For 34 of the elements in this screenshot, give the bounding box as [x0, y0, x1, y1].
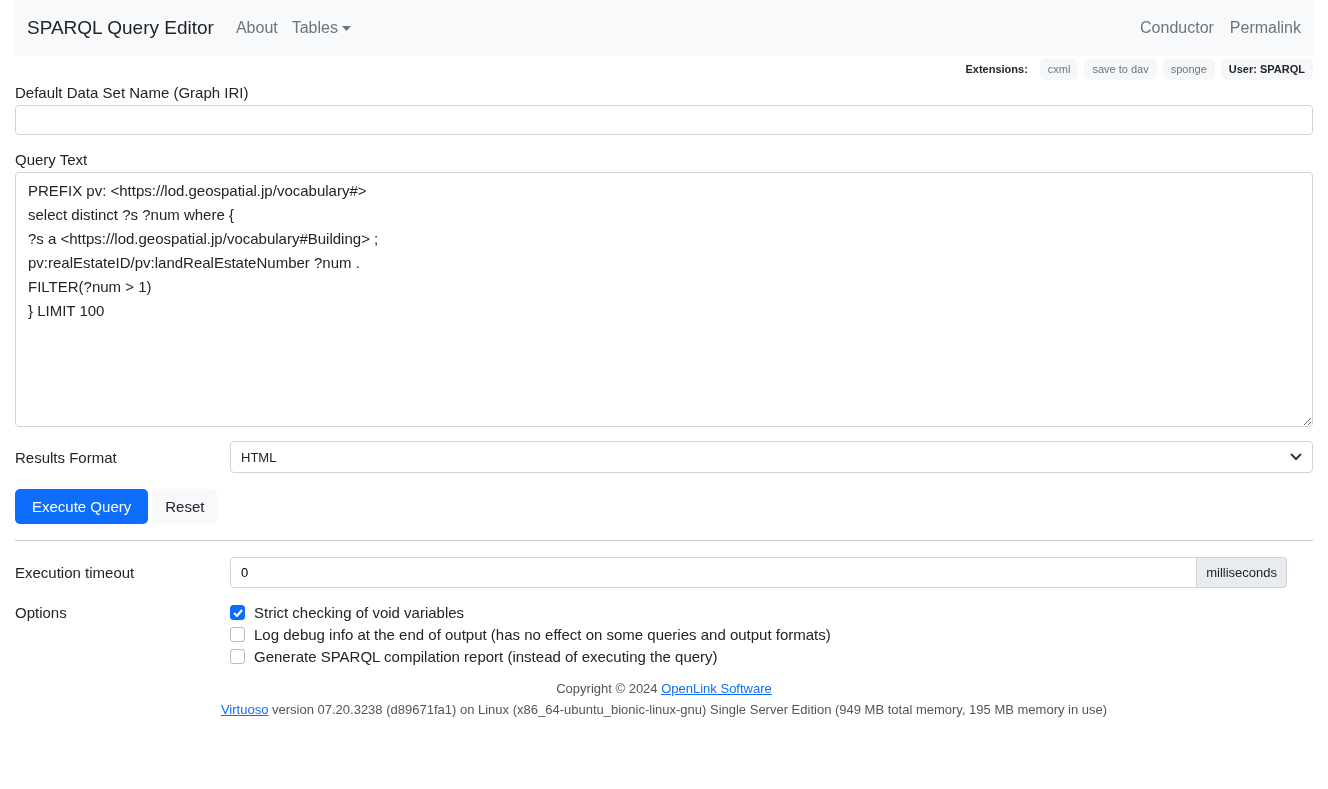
field-label: Execution timeout — [15, 564, 136, 581]
graph-iri-field[interactable] — [15, 105, 1313, 135]
extension-link[interactable]: save to dav — [1084, 58, 1157, 80]
checkbox[interactable] — [230, 627, 245, 642]
extension-link[interactable]: cxml — [1039, 58, 1079, 80]
user-label: User: SPARQL — [1220, 58, 1313, 80]
openlink-link[interactable]: OpenLink Software — [661, 681, 772, 696]
nav-link[interactable]: About — [235, 19, 278, 37]
reset-button[interactable]: Reset — [152, 489, 218, 524]
caret-icon — [341, 25, 351, 31]
results-format-select[interactable]: HTML — [230, 441, 1313, 473]
nav-link[interactable]: Conductor — [1140, 19, 1214, 37]
option-label: Generate SPARQL compilation report (instead of executing the query) — [254, 648, 718, 665]
extensions-label: Extensions: — [965, 63, 1028, 75]
nav-dropdown[interactable]: Tables — [291, 19, 351, 37]
checkbox[interactable] — [230, 649, 245, 664]
chevron-down-icon — [1290, 453, 1302, 461]
field-label: Query Text — [15, 151, 89, 168]
nav-link[interactable]: Permalink — [1229, 19, 1301, 37]
field-label: Options — [15, 604, 68, 621]
field-label: Default Data Set Name (Graph IRI) — [15, 84, 250, 101]
app-title[interactable]: SPARQL Query Editor — [27, 17, 214, 39]
extension-link[interactable]: sponge — [1162, 58, 1215, 80]
query-text-field[interactable]: PREFIX pv: <https://lod.geospatial.jp/vocabulary#> select distinct ?s ?num where { ?s a <https://lod.geospatial.jp/vocabulary#Building> ; pv:realEstateID/pv:landRealEstateNumber ?num . FILTER(?num > 1) } LIMIT 100 — [15, 172, 1313, 427]
virtuoso-link[interactable]: Virtuoso — [220, 702, 269, 717]
option-label: Strict checking of void variables — [254, 604, 465, 621]
checkbox[interactable] — [230, 605, 245, 620]
timeout-field[interactable]: 0 — [230, 557, 1198, 588]
execute-query-button[interactable]: Execute Query — [15, 489, 149, 524]
version-text: Virtuoso version 07.20.3238 (d89671fa1) on Linux (x86_64-ubuntu_bionic-linux-gnu) Single Server Edition (949 MB total memory, 195 MB memory in use) — [219, 702, 1109, 717]
option-label: Log debug info at the end of output (has no effect on some queries and output formats) — [254, 626, 831, 643]
unit-label: milliseconds — [1197, 557, 1287, 588]
field-label: Results Format — [15, 448, 118, 466]
copyright-text: Copyright © 2024 OpenLink Software — [555, 681, 773, 696]
